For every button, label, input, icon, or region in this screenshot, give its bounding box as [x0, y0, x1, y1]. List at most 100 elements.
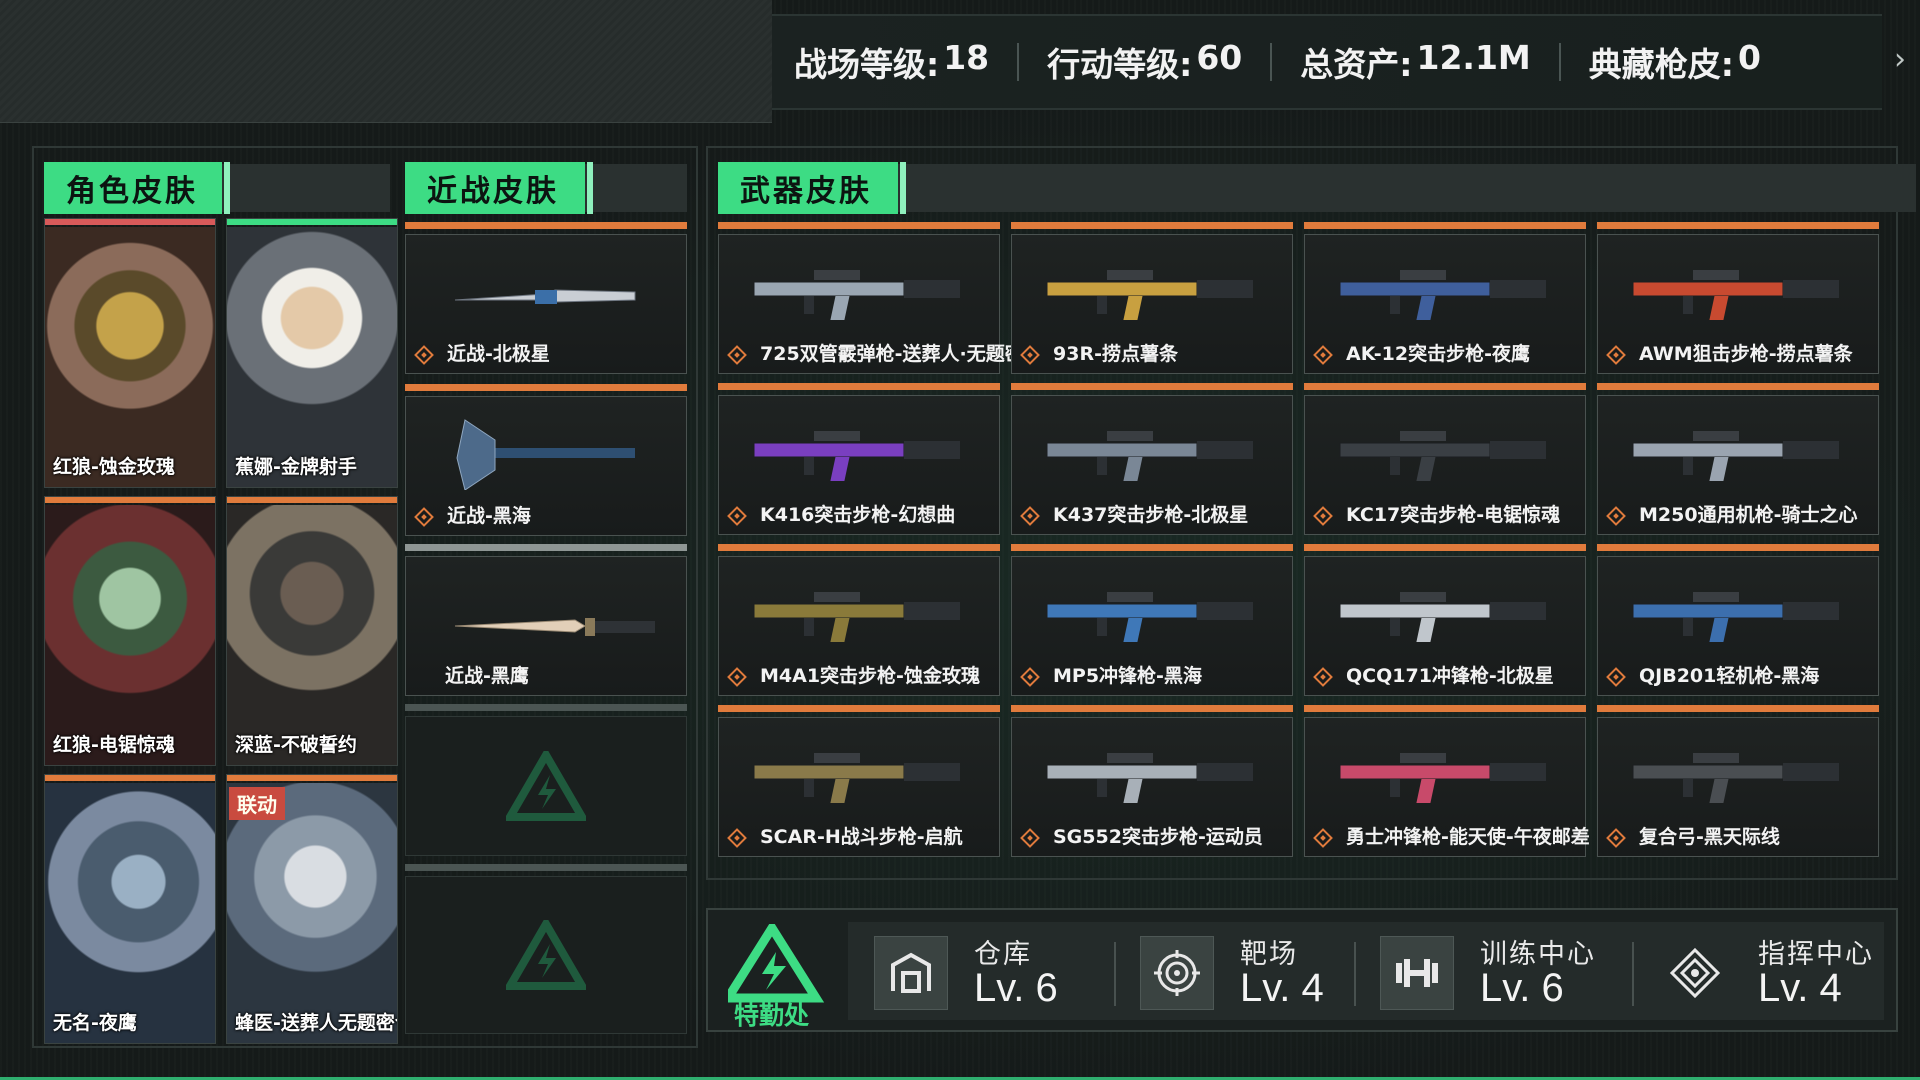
weapon-card[interactable]: QCQ171冲锋枪-北极星 — [1304, 544, 1586, 696]
card-topline — [405, 384, 687, 391]
rifle-icon — [1339, 592, 1546, 642]
weapon-card[interactable]: QJB201轻机枪-黑海 — [1597, 544, 1879, 696]
card-topline — [1011, 222, 1293, 229]
weapon-card[interactable]: K437突击步枪-北极星 — [1011, 383, 1293, 535]
weapon-card[interactable]: M4A1突击步枪-蚀金玫瑰 — [718, 544, 1000, 696]
divider — [1114, 942, 1116, 1006]
character-card[interactable]: 深蓝-不破誓约 — [226, 496, 398, 766]
weapon-name: 725双管霰弹枪-送葬人·无题密令 — [760, 343, 1043, 365]
battle-level-label: 战场等级: — [794, 45, 940, 84]
weapon-card[interactable]: K416突击步枪-幻想曲 — [718, 383, 1000, 535]
knife-icon — [454, 289, 636, 304]
character-portrait — [227, 227, 397, 487]
card-topline — [405, 864, 687, 871]
card-topline — [1304, 383, 1586, 390]
tab-melee-skins[interactable]: 近战皮肤 — [405, 162, 593, 214]
melee-card[interactable]: 近战-黑鹰 — [405, 544, 687, 696]
assets-value: 12.1M — [1416, 38, 1531, 77]
card-topline — [718, 705, 1000, 712]
weapon-card[interactable]: M250通用机枪-骑士之心 — [1597, 383, 1879, 535]
weapon-name: QCQ171冲锋枪-北极星 — [1346, 665, 1554, 687]
placeholder-logo-icon — [506, 920, 586, 990]
action-level-stat: 行动等级: 60 — [1047, 38, 1242, 86]
collab-badge: 联动 — [229, 787, 285, 820]
card-topline — [1597, 705, 1879, 712]
facility-level: Lv. 4 — [1240, 966, 1324, 1010]
card-topline — [405, 222, 687, 229]
weapon-name: KC17突击步枪-电锯惊魂 — [1346, 504, 1561, 526]
weapon-card[interactable]: AK-12突击步枪-夜鹰 — [1304, 222, 1586, 374]
battle-level-stat: 战场等级: 18 — [794, 38, 989, 86]
facility-range[interactable]: 靶场 Lv. 4 — [1140, 922, 1360, 1020]
card-topline — [1597, 544, 1879, 551]
weapon-card[interactable]: SG552突击步枪-运动员 — [1011, 705, 1293, 857]
card-topline — [45, 219, 215, 225]
rifle-icon — [1339, 431, 1546, 481]
tab-character-skins[interactable]: 角色皮肤 — [44, 162, 230, 214]
card-topline — [405, 544, 687, 551]
tab-weapon-skins[interactable]: 武器皮肤 — [718, 162, 906, 214]
melee-name: 近战-北极星 — [447, 343, 550, 365]
card-topline — [1011, 383, 1293, 390]
weapon-card[interactable]: MP5冲锋枪-黑海 — [1011, 544, 1293, 696]
card-topline — [45, 497, 215, 503]
divider — [1270, 43, 1273, 81]
character-portrait — [45, 227, 215, 487]
warehouse-icon — [874, 936, 948, 1010]
facility-command-center[interactable]: 指挥中心 Lv. 4 — [1658, 922, 1878, 1020]
placeholder-logo-icon — [506, 751, 586, 821]
player-stats-bar: 战场等级: 18 行动等级: 60 总资产: 12.1M 典藏枪皮: 0 — [772, 14, 1882, 110]
weapon-name: SG552突击步枪-运动员 — [1053, 826, 1263, 848]
facility-level: Lv. 6 — [1480, 966, 1564, 1010]
divider — [1354, 942, 1356, 1006]
chevron-right-icon[interactable]: › — [1894, 45, 1912, 75]
weapon-card[interactable]: AWM狙击步枪-捞点薯条 — [1597, 222, 1879, 374]
weapon-card[interactable]: 725双管霰弹枪-送葬人·无题密令 — [718, 222, 1043, 374]
assets-label: 总资产: — [1300, 45, 1413, 84]
weapon-card[interactable]: KC17突击步枪-电锯惊魂 — [1304, 383, 1586, 535]
rifle-icon — [753, 431, 960, 481]
card-topline — [718, 222, 1000, 229]
action-level-value: 60 — [1196, 38, 1243, 77]
weapon-name: QJB201轻机枪-黑海 — [1639, 665, 1820, 687]
character-card[interactable]: 无名-夜鹰 — [44, 774, 216, 1044]
rifle-icon — [1046, 431, 1253, 481]
rifle-icon — [753, 270, 960, 320]
collection-stat: 典藏枪皮: 0 — [1589, 38, 1761, 86]
facility-warehouse[interactable]: 仓库 Lv. 6 — [874, 922, 1094, 1020]
character-card[interactable]: 红狼-蚀金玫瑰 — [44, 218, 216, 488]
melee-card[interactable]: 近战-北极星 — [405, 222, 687, 374]
card-topline — [718, 544, 1000, 551]
character-name: 蜂医-送葬人无题密令 — [235, 1012, 398, 1034]
weapon-card[interactable]: 复合弓-黑天际线 — [1597, 705, 1879, 857]
empty-melee-slot — [405, 704, 687, 856]
facility-training-center[interactable]: 训练中心 Lv. 6 — [1380, 922, 1620, 1020]
weapon-name: MP5冲锋枪-黑海 — [1053, 665, 1202, 687]
character-card[interactable]: 红狼-电锯惊魂 — [44, 496, 216, 766]
character-card[interactable]: 联动 蜂医-送葬人无题密令 — [226, 774, 398, 1044]
rifle-icon — [1339, 753, 1546, 803]
melee-name: 近战-黑海 — [447, 505, 531, 527]
rifle-icon — [1339, 270, 1546, 320]
weapon-card[interactable]: 勇士冲锋枪-能天使-午夜邮差 — [1304, 705, 1590, 857]
character-card[interactable]: 蕉娜-金牌射手 — [226, 218, 398, 488]
melee-card[interactable]: 近战-黑海 — [405, 384, 687, 536]
character-portrait — [227, 783, 397, 1043]
character-name: 无名-夜鹰 — [53, 1012, 137, 1034]
dumbbell-icon — [1380, 936, 1454, 1010]
collection-value: 0 — [1737, 38, 1761, 77]
weapon-card[interactable]: SCAR-H战斗步枪-启航 — [718, 705, 1000, 857]
character-name: 蕉娜-金牌射手 — [235, 456, 357, 478]
weapon-name: SCAR-H战斗步枪-启航 — [760, 826, 963, 848]
dagger-icon — [454, 618, 655, 636]
card-topline — [227, 219, 397, 225]
divider — [1017, 43, 1020, 81]
battle-level-value: 18 — [943, 38, 990, 77]
weapon-card[interactable]: 93R-捞点薯条 — [1011, 222, 1293, 374]
rifle-icon — [753, 592, 960, 642]
target-icon — [1140, 936, 1214, 1010]
rifle-icon — [753, 753, 960, 803]
action-level-label: 行动等级: — [1047, 45, 1193, 84]
rifle-icon — [1046, 592, 1253, 642]
weapon-name: M4A1突击步枪-蚀金玫瑰 — [760, 665, 980, 687]
